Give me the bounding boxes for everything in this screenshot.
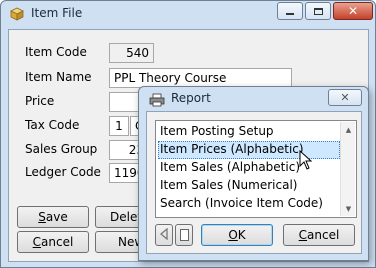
report-client: Item Posting Setup Item Prices (Alphabet… — [146, 111, 362, 254]
document-icon — [179, 229, 189, 241]
report-title: Report — [171, 91, 211, 105]
list-item[interactable]: Search (Invoice Item Code) — [158, 195, 340, 213]
price-label: Price — [25, 94, 55, 108]
printer-icon — [149, 93, 165, 107]
sales-group-label: Sales Group — [25, 142, 98, 156]
item-name-label: Item Name — [25, 70, 92, 84]
scroll-down-icon[interactable]: ▼ — [341, 201, 356, 216]
tax-code-label: Tax Code — [25, 118, 80, 132]
item-code-label: Item Code — [25, 45, 87, 59]
maximize-button[interactable] — [305, 2, 331, 20]
report-list[interactable]: Item Posting Setup Item Prices (Alphabet… — [155, 120, 357, 218]
item-name-field[interactable]: PPL Theory Course — [109, 68, 292, 88]
report-titlebar[interactable]: Report ✕ — [139, 87, 368, 111]
cancel-button[interactable]: Cancel — [17, 231, 89, 253]
minimize-button[interactable] — [277, 2, 303, 20]
save-button[interactable]: Save — [17, 206, 89, 228]
item-file-titlebar[interactable]: Item File ✕ — [1, 1, 375, 29]
ledger-code-label: Ledger Code — [25, 165, 101, 179]
window-title: Item File — [31, 6, 83, 20]
maximize-icon — [313, 7, 323, 15]
list-item[interactable]: Item Posting Setup — [158, 123, 340, 141]
box-icon — [9, 7, 25, 21]
document-button[interactable] — [175, 224, 193, 246]
report-close-button[interactable]: ✕ — [328, 89, 362, 106]
item-code-field[interactable]: 540 — [109, 43, 154, 63]
list-item[interactable]: Item Sales (Numerical) — [158, 177, 340, 195]
scroll-up-icon[interactable]: ▲ — [341, 122, 356, 137]
report-cancel-button[interactable]: Cancel — [283, 224, 355, 246]
back-button[interactable] — [155, 224, 173, 246]
close-icon: ✕ — [347, 4, 359, 18]
vertical-scrollbar[interactable]: ▲ ▼ — [340, 122, 355, 216]
mouse-cursor-icon — [299, 149, 313, 170]
ok-button[interactable]: OK — [201, 224, 273, 246]
tax-code-field[interactable]: 1 — [109, 116, 129, 136]
minimize-icon — [286, 13, 294, 15]
arrow-left-icon — [159, 227, 169, 243]
close-button[interactable]: ✕ — [333, 2, 373, 20]
close-icon: ✕ — [340, 91, 350, 104]
report-dialog: Report ✕ Item Posting Setup Item Prices … — [138, 86, 369, 261]
